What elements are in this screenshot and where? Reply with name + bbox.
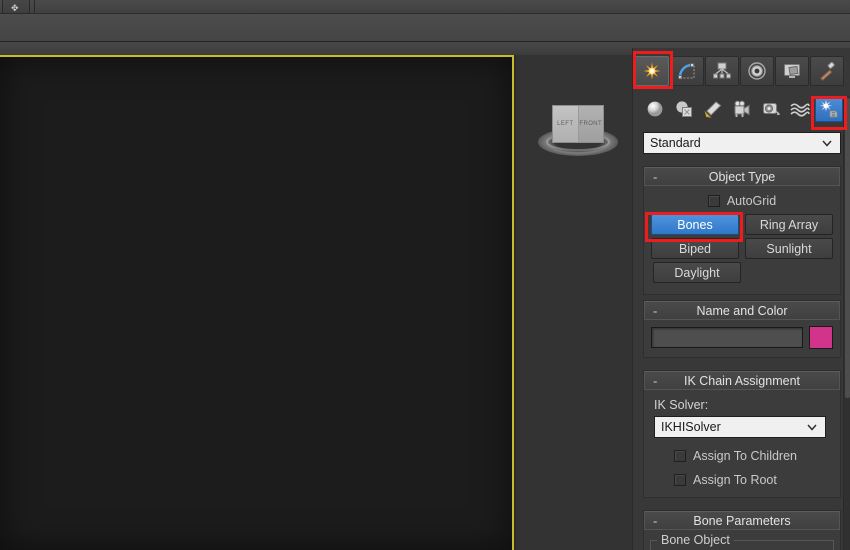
rollout-ik-chain-assignment-body: IK Solver: IKHISolver Assign To Children… <box>644 390 840 497</box>
viewport-secondary[interactable]: LEFT FRONT <box>516 55 632 550</box>
tab-hierarchy[interactable] <box>705 56 739 86</box>
viewcube[interactable]: LEFT FRONT <box>534 100 622 162</box>
rollout-name-and-color-title: Name and Color <box>696 303 788 318</box>
assign-to-children-checkbox[interactable] <box>674 450 686 462</box>
chevron-down-icon <box>822 140 832 147</box>
object-type-row-2: Biped Sunlight <box>650 238 834 259</box>
object-class-dropdown[interactable]: Standard <box>643 132 841 154</box>
assign-to-root-row[interactable]: Assign To Root <box>674 473 834 487</box>
rollout-object-type: - Object Type AutoGrid Bones Ring Array … <box>643 166 841 295</box>
autogrid-label: AutoGrid <box>726 194 777 208</box>
viewcube-face-front[interactable]: FRONT <box>578 106 603 142</box>
command-panel-tabs <box>635 56 849 88</box>
assign-to-root-label: Assign To Root <box>693 473 777 487</box>
category-geometry[interactable] <box>641 96 669 122</box>
object-name-input[interactable] <box>651 327 803 348</box>
hierarchy-icon <box>713 62 731 79</box>
assign-to-root-checkbox[interactable] <box>674 474 686 486</box>
object-color-swatch[interactable] <box>809 326 833 349</box>
rollout-bone-parameters-header[interactable]: - Bone Parameters <box>644 511 840 530</box>
rollout-ik-chain-assignment-header[interactable]: - IK Chain Assignment <box>644 371 840 390</box>
display-icon <box>784 64 800 78</box>
autogrid-row[interactable]: AutoGrid <box>650 194 834 208</box>
command-panel-scrollbar[interactable] <box>843 96 850 550</box>
collapse-icon[interactable]: - <box>653 374 657 387</box>
rollout-bone-parameters: - Bone Parameters Bone Object <box>643 510 841 550</box>
systems-icon <box>820 100 838 118</box>
rollout-bone-parameters-title: Bone Parameters <box>693 513 791 528</box>
ik-solver-value: IKHISolver <box>661 420 721 434</box>
viewcube-face-left[interactable]: LEFT <box>553 106 579 142</box>
camera-icon <box>734 100 750 117</box>
object-type-row-1: Bones Ring Array <box>650 214 834 235</box>
tab-create[interactable] <box>635 56 669 86</box>
tab-display[interactable] <box>775 56 809 86</box>
rollout-bone-parameters-body: Bone Object <box>644 530 840 550</box>
sphere-icon <box>647 101 663 117</box>
assign-to-children-label: Assign To Children <box>693 449 797 463</box>
bones-button[interactable]: Bones <box>651 214 739 235</box>
toolbar-separator <box>34 0 35 14</box>
ring-array-button[interactable]: Ring Array <box>745 214 833 235</box>
object-class-value: Standard <box>650 136 701 150</box>
arc-icon <box>678 63 695 80</box>
waves-icon <box>790 103 810 117</box>
rollout-ik-chain-assignment-title: IK Chain Assignment <box>683 373 801 388</box>
ik-solver-label: IK Solver: <box>654 398 709 412</box>
motion-icon <box>748 62 766 80</box>
category-helpers[interactable] <box>757 96 785 122</box>
bone-object-group: Bone Object <box>650 533 834 550</box>
rollout-name-and-color-body <box>644 320 840 357</box>
tab-utilities[interactable] <box>810 56 844 86</box>
collapse-icon[interactable]: - <box>653 304 657 317</box>
object-type-row-3: Daylight <box>650 262 834 283</box>
assign-to-children-row[interactable]: Assign To Children <box>674 449 834 463</box>
command-panel-categories <box>641 94 847 124</box>
move-icon: ✥ <box>11 3 19 13</box>
bone-object-group-title: Bone Object <box>657 533 734 547</box>
app-root: ✥ LEFT FRONT Standard - Object Type Auto… <box>0 0 850 550</box>
sunlight-button[interactable]: Sunlight <box>745 238 833 259</box>
collapse-icon[interactable]: - <box>653 514 657 527</box>
main-toolbar-strip: ✥ <box>0 0 850 14</box>
hammer-icon <box>820 61 835 81</box>
rollout-name-and-color: - Name and Color <box>643 300 841 358</box>
tab-modify[interactable] <box>670 56 704 86</box>
toolbar-button-partial[interactable]: ✥ <box>2 0 30 14</box>
category-shapes[interactable] <box>670 96 698 122</box>
daylight-button[interactable]: Daylight <box>653 262 741 283</box>
shapes-icon <box>676 101 692 117</box>
category-systems[interactable] <box>815 96 843 122</box>
rollout-object-type-title: Object Type <box>708 169 776 184</box>
autogrid-checkbox[interactable] <box>707 195 720 207</box>
rollout-object-type-header[interactable]: - Object Type <box>644 167 840 186</box>
rollout-name-and-color-header[interactable]: - Name and Color <box>644 301 840 320</box>
viewport-vignette <box>0 57 512 550</box>
tab-motion[interactable] <box>740 56 774 86</box>
category-cameras[interactable] <box>728 96 756 122</box>
chevron-down-icon <box>807 424 817 431</box>
command-panel: Standard - Object Type AutoGrid Bones Ri… <box>632 48 850 550</box>
viewcube-cube[interactable]: LEFT FRONT <box>552 105 604 143</box>
tape-icon <box>763 103 781 116</box>
viewport-area: LEFT FRONT <box>0 55 632 550</box>
rollout-object-type-body: AutoGrid Bones Ring Array Biped Sunlight… <box>644 186 840 294</box>
light-icon <box>704 101 722 118</box>
command-panel-scroll-thumb[interactable] <box>845 98 850 398</box>
secondary-toolbar-strip <box>0 14 850 42</box>
rollout-ik-chain-assignment: - IK Chain Assignment IK Solver: IKHISol… <box>643 370 841 498</box>
viewport-active[interactable] <box>0 55 514 550</box>
collapse-icon[interactable]: - <box>653 170 657 183</box>
category-lights[interactable] <box>699 96 727 122</box>
category-spacewarps[interactable] <box>786 96 814 122</box>
star-icon <box>643 62 661 80</box>
ik-solver-dropdown[interactable]: IKHISolver <box>654 416 826 438</box>
biped-button[interactable]: Biped <box>651 238 739 259</box>
